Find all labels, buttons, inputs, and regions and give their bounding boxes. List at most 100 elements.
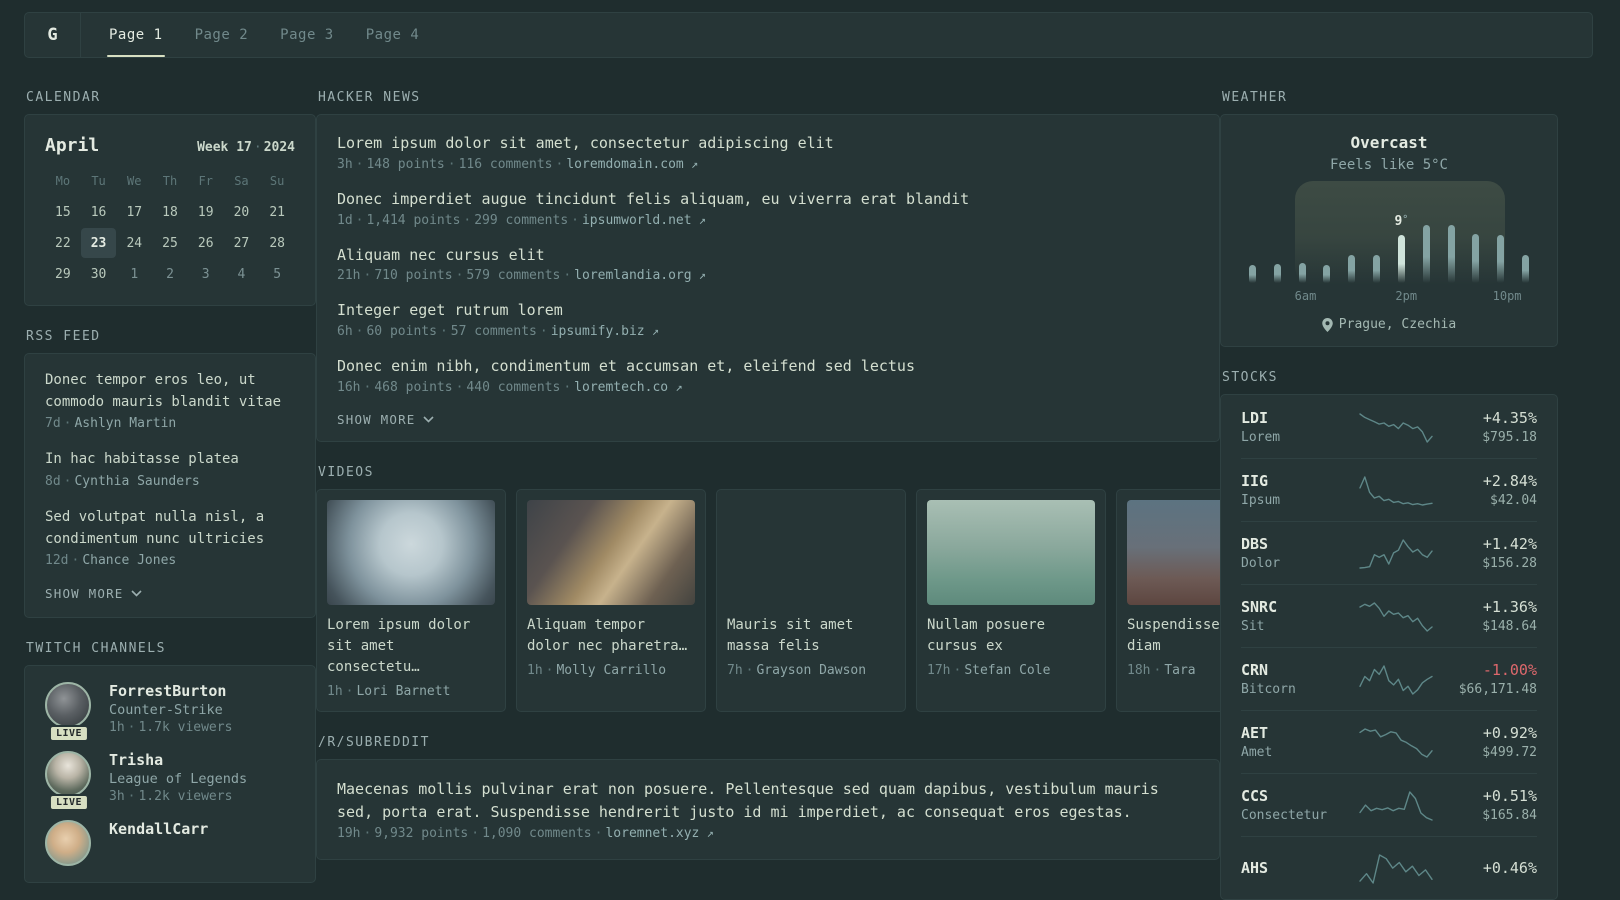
video-meta: 1h · Lori Barnett	[327, 684, 495, 699]
video-row: Lorem ipsum dolor sit amet consectetu… 1h…	[316, 488, 1220, 712]
stock-name: Ipsum	[1241, 493, 1281, 508]
calendar-day-selected[interactable]: 23	[80, 228, 117, 258]
calendar-day[interactable]: 19	[188, 197, 224, 227]
video-meta: 7h · Grayson Dawson	[727, 663, 895, 678]
avatar[interactable]	[45, 820, 91, 867]
weather-degree-symbol: °	[1402, 214, 1409, 225]
weather-bar-slot	[1422, 187, 1430, 283]
hackernews-item-meta: 16h · 468 points · 440 comments · loremtech.co…	[337, 380, 1199, 395]
calendar-day[interactable]: 16	[81, 197, 117, 227]
subreddit-post-domain-link[interactable]: loremnet.xyz	[605, 826, 699, 841]
stock-symbol[interactable]: SNRC	[1241, 598, 1351, 616]
hackernews-item-title[interactable]: Integer eget rutrum lorem	[337, 300, 1199, 322]
twitch-channel-row: LIVE Trisha League of Legends 3h · 1.2k viewe…	[45, 751, 295, 812]
video-thumbnail[interactable]	[527, 499, 695, 605]
stock-symbol[interactable]: CCS	[1241, 787, 1351, 805]
stock-values: +0.46%	[1441, 859, 1537, 877]
video-thumbnail[interactable]	[327, 499, 495, 605]
twitch-channel-name[interactable]: KendallCarr	[109, 820, 208, 838]
subreddit-post-points: 9,932 points	[374, 826, 469, 842]
weather-temp-bar	[1497, 235, 1505, 283]
calendar-day[interactable]: 4	[224, 259, 260, 289]
calendar-day[interactable]: 22	[45, 228, 81, 258]
stock-row: CCS Consectetur +0.51% $165.84	[1241, 773, 1537, 836]
subreddit-post-comments: 1,090 comments	[482, 826, 592, 842]
stock-symbol[interactable]: CRN	[1241, 661, 1351, 679]
hackernews-item-domain-link[interactable]: loremtech.co	[574, 380, 668, 395]
stock-sparkline-chart	[1359, 476, 1433, 506]
calendar-day[interactable]: 2	[152, 259, 188, 289]
weather-temp-bar	[1298, 263, 1306, 283]
video-author: Stefan Cole	[964, 662, 1051, 678]
twitch-channel-name[interactable]: ForrestBurton	[109, 682, 232, 700]
weather-temp-bar	[1472, 234, 1480, 283]
hackernews-item-domain-link[interactable]: ipsumworld.net	[582, 213, 692, 228]
rss-show-more-button[interactable]: SHOW MORE	[45, 586, 142, 601]
hackernews-show-more-button[interactable]: SHOW MORE	[337, 412, 434, 427]
calendar-day[interactable]: 15	[45, 197, 81, 227]
video-thumbnail[interactable]	[927, 499, 1095, 605]
rss-item-title[interactable]: Donec tempor eros leo, ut commodo mauris…	[45, 370, 295, 413]
calendar-day[interactable]: 1	[116, 259, 152, 289]
twitch-channel-name[interactable]: Trisha	[109, 751, 247, 769]
video-thumbnail[interactable]	[1127, 499, 1220, 605]
hackernews-item-domain-link[interactable]: loremlandia.org	[574, 268, 691, 283]
hackernews-item-title[interactable]: Aliquam nec cursus elit	[337, 245, 1199, 267]
weather-temp-bar	[1348, 255, 1356, 283]
stock-identity: CCS Consectetur	[1241, 787, 1351, 823]
calendar-day[interactable]: 29	[45, 259, 81, 289]
stock-symbol[interactable]: LDI	[1241, 409, 1351, 427]
calendar-day[interactable]: 18	[152, 197, 188, 227]
tab-page-3[interactable]: Page 3	[264, 13, 350, 57]
calendar-day[interactable]: 25	[152, 228, 188, 258]
calendar-day[interactable]: 17	[116, 197, 152, 227]
separator-dot: ·	[571, 212, 579, 228]
calendar-card: April Week 17 · 2024 Mo Tu We Th Fr Sa Su 15 16 17 1…	[24, 114, 316, 306]
calendar-day[interactable]: 20	[224, 197, 260, 227]
video-title[interactable]: Aliquam tempor dolor nec pharetra…	[527, 615, 695, 657]
calendar-day[interactable]: 26	[188, 228, 224, 258]
video-title[interactable]: Nullam posuere cursus ex	[927, 615, 1095, 657]
subreddit-post-title[interactable]: Maecenas mollis pulvinar erat non posuer…	[337, 778, 1199, 825]
video-thumbnail[interactable]	[727, 500, 895, 605]
video-title[interactable]: Lorem ipsum dolor sit amet consectetu…	[327, 615, 495, 678]
hackernews-item-title[interactable]: Donec imperdiet augue tincidunt felis al…	[337, 189, 1199, 211]
stock-symbol[interactable]: AHS	[1241, 859, 1351, 877]
video-title[interactable]: Mauris sit amet massa felis	[727, 615, 895, 657]
weather-peak-temp: 9°	[1394, 214, 1408, 229]
calendar-day[interactable]: 30	[81, 259, 117, 289]
twitch-viewer-count: 1.7k viewers	[138, 720, 233, 736]
rss-item-title[interactable]: In hac habitasse platea	[45, 449, 295, 471]
stock-symbol[interactable]: IIG	[1241, 472, 1351, 490]
stock-symbol[interactable]: AET	[1241, 724, 1351, 742]
tab-page-1[interactable]: Page 1	[93, 13, 179, 57]
weather-bar-slot	[1497, 187, 1505, 283]
twitch-channel-meta: 3h · 1.2k viewers	[109, 789, 247, 804]
tab-page-2[interactable]: Page 2	[179, 13, 265, 57]
stock-symbol[interactable]: DBS	[1241, 535, 1351, 553]
calendar-day[interactable]: 5	[259, 259, 295, 289]
hackernews-item-domain-link[interactable]: ipsumify.biz	[551, 324, 645, 339]
calendar-day[interactable]: 3	[188, 259, 224, 289]
calendar-day-header: Fr	[198, 174, 213, 188]
hackernews-item: Lorem ipsum dolor sit amet, consectetur …	[337, 133, 1199, 172]
hackernews-item-title[interactable]: Donec enim nibh, condimentum et accumsan…	[337, 356, 1199, 378]
calendar-day[interactable]: 21	[259, 197, 295, 227]
twitch-section: TWITCH CHANNELS LIVE ForrestBurton Counter…	[24, 641, 316, 884]
avatar[interactable]	[45, 751, 91, 798]
hackernews-item-title[interactable]: Lorem ipsum dolor sit amet, consectetur …	[337, 133, 1199, 155]
weather-hourly-chart: 9°	[1247, 181, 1531, 285]
weather-bar-slot	[1273, 187, 1281, 283]
calendar-day[interactable]: 28	[259, 228, 295, 258]
avatar[interactable]	[45, 682, 91, 729]
external-link-icon: ↗	[691, 212, 707, 227]
calendar-day[interactable]: 27	[224, 228, 260, 258]
separator-dot: ·	[63, 474, 72, 490]
app-logo[interactable]: G	[25, 13, 81, 57]
tab-page-4[interactable]: Page 4	[350, 13, 436, 57]
rss-item-title[interactable]: Sed volutpat nulla nisl, a condimentum n…	[45, 507, 295, 550]
hackernews-item-domain-link[interactable]: loremdomain.com	[566, 157, 683, 172]
calendar-day[interactable]: 24	[116, 228, 152, 258]
video-title[interactable]: Suspendisse diam	[1127, 615, 1220, 657]
hackernews-item-time: 1d	[337, 212, 353, 228]
